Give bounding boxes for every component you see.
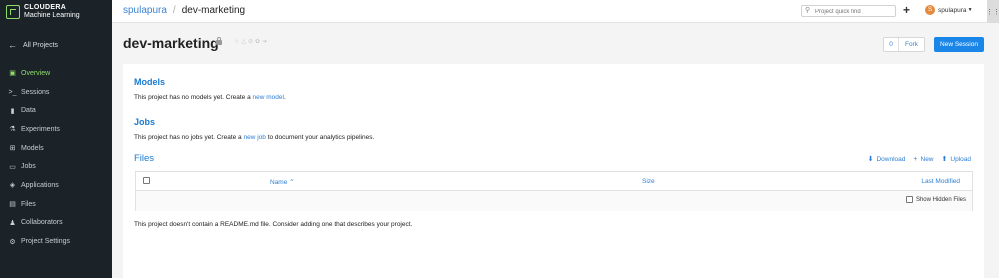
download-label: Download xyxy=(876,155,906,163)
sidebar-item-label: Project Settings xyxy=(21,238,71,246)
sidebar-item-label: Data xyxy=(21,107,36,115)
sidebar-item-jobs[interactable]: ▭ Jobs xyxy=(0,157,112,176)
fork-count: 0 xyxy=(884,38,899,51)
show-hidden-files-checkbox[interactable] xyxy=(905,196,913,203)
project-overview-card: Models This project has no models yet. C… xyxy=(123,64,984,278)
jobs-icon: ▭ xyxy=(9,163,16,171)
sidebar-item-files[interactable]: ▤ Files xyxy=(0,195,112,214)
sidebar-item-label: Experiments xyxy=(21,125,60,133)
column-header-name[interactable]: Name ⌃ xyxy=(270,178,295,186)
sidebar-item-experiments[interactable]: ⚗ Experiments xyxy=(0,120,112,139)
models-text-end: . xyxy=(283,94,286,101)
download-button[interactable]: ⬇ Download xyxy=(867,155,906,164)
all-projects-label: All Projects xyxy=(23,41,59,49)
breadcrumb-project: dev-marketing xyxy=(181,5,246,16)
link-icon[interactable]: ⊘ xyxy=(248,39,255,45)
sidebar: CLOUDERA Machine Learning ← All Projects… xyxy=(0,0,112,278)
flask-icon: ⚗ xyxy=(9,126,16,134)
new-job-link[interactable]: new job xyxy=(243,134,265,141)
arrow-left-icon: ← xyxy=(8,40,17,50)
gear-icon: ⚙ xyxy=(9,238,16,246)
project-action-icons[interactable]: ☆△⊘✿➔ xyxy=(234,38,269,45)
sidebar-item-label: Jobs xyxy=(21,163,36,171)
sidebar-item-sessions[interactable]: >_ Sessions xyxy=(0,83,112,102)
page-title: dev-marketing xyxy=(123,35,219,51)
new-model-link[interactable]: new model xyxy=(253,94,284,101)
sidebar-item-data[interactable]: ▮ Data xyxy=(0,101,112,120)
column-header-size[interactable]: Size xyxy=(642,178,655,185)
cloudera-logo-icon xyxy=(6,4,20,19)
sidebar-item-label: Collaborators xyxy=(21,219,63,227)
jobs-empty-text: This project has no jobs yet. Create a n… xyxy=(134,134,374,141)
files-icon: ▤ xyxy=(9,201,16,209)
breadcrumb-user-link[interactable]: spulapura xyxy=(123,5,167,16)
sidebar-item-applications[interactable]: ◈ Applications xyxy=(0,176,112,195)
breadcrumb-separator: / xyxy=(172,5,176,16)
top-bar: spulapura / dev-marketing ⚲ + S spulapur… xyxy=(112,0,999,23)
files-heading: Files xyxy=(134,153,155,164)
collaborators-icon: ♟ xyxy=(9,219,16,227)
search-input[interactable] xyxy=(815,7,893,16)
jobs-heading: Jobs xyxy=(134,117,156,127)
models-empty-text: This project has no models yet. Create a… xyxy=(134,94,286,101)
models-text: This project has no models yet. Create a xyxy=(134,94,253,101)
models-heading: Models xyxy=(134,77,166,87)
select-all-checkbox[interactable] xyxy=(143,177,150,184)
sort-asc-icon: ⌃ xyxy=(289,179,295,186)
breadcrumb: spulapura / dev-marketing xyxy=(123,5,245,16)
sidebar-item-overview[interactable]: ▣ Overview xyxy=(0,64,112,83)
sidebar-item-collaborators[interactable]: ♟ Collaborators xyxy=(0,214,112,233)
models-icon: ⊞ xyxy=(9,145,16,153)
brand-name: CLOUDERA xyxy=(24,3,67,11)
files-actions: ⬇ Download + New ⬆ Upload xyxy=(867,155,971,164)
project-quick-find: ⚲ xyxy=(801,5,896,17)
plus-icon[interactable]: + xyxy=(903,3,910,17)
sidebar-item-label: Overview xyxy=(21,69,51,77)
files-table-footer: Show Hidden Files xyxy=(136,191,972,211)
fork-button[interactable]: 0 Fork xyxy=(883,37,925,52)
applications-icon: ◈ xyxy=(9,182,16,190)
sidebar-item-label: Sessions xyxy=(21,88,50,96)
new-label: New xyxy=(920,155,934,163)
show-hidden-files-toggle[interactable]: Show Hidden Files xyxy=(905,196,966,203)
user-menu[interactable]: S spulapura ▼ xyxy=(925,5,973,15)
chevron-down-icon: ▼ xyxy=(967,7,973,13)
column-name-label: Name xyxy=(270,179,288,186)
files-table-header: Name ⌃ Size Last Modified xyxy=(136,172,972,191)
files-table: Name ⌃ Size Last Modified Show Hidden Fi… xyxy=(135,171,973,211)
show-hidden-files-label: Show Hidden Files xyxy=(915,196,966,203)
bar-chart-icon: ▮ xyxy=(10,107,15,115)
username: spulapura xyxy=(938,6,967,14)
brand-product: Machine Learning xyxy=(24,11,80,19)
terminal-icon: >_ xyxy=(8,88,17,96)
new-session-button[interactable]: New Session xyxy=(934,37,984,52)
app-grid-button[interactable]: ⋮⋮ xyxy=(986,0,999,23)
fork-label: Fork xyxy=(905,41,918,48)
overview-icon: ▣ xyxy=(9,70,16,78)
upload-icon: ⬆ xyxy=(941,156,948,163)
sidebar-item-label: Files xyxy=(21,200,36,208)
forward-icon[interactable]: ➔ xyxy=(262,39,269,45)
new-file-button[interactable]: + New xyxy=(913,155,933,163)
upload-label: Upload xyxy=(950,155,971,163)
jobs-text: This project has no jobs yet. Create a xyxy=(134,134,244,141)
upload-button[interactable]: ⬆ Upload xyxy=(941,155,971,164)
sidebar-item-project-settings[interactable]: ⚙ Project Settings xyxy=(0,232,112,251)
grid-icon: ⋮⋮ xyxy=(986,8,999,16)
sidebar-nav: ▣ Overview >_ Sessions ▮ Data ⚗ Experime… xyxy=(0,64,112,251)
all-projects-link[interactable]: ← All Projects xyxy=(8,40,58,50)
lock-icon xyxy=(216,37,222,45)
sidebar-item-label: Models xyxy=(21,144,44,152)
download-icon: ⬇ xyxy=(867,156,874,163)
sidebar-item-models[interactable]: ⊞ Models xyxy=(0,139,112,158)
jobs-text-end: to document your analytics pipelines. xyxy=(265,134,375,141)
brand[interactable]: CLOUDERA Machine Learning xyxy=(0,0,112,23)
plus-icon: + xyxy=(913,155,918,163)
column-header-last-modified[interactable]: Last Modified xyxy=(921,178,960,185)
readme-note: This project doesn't contain a README.md… xyxy=(134,221,413,228)
search-icon: ⚲ xyxy=(805,7,811,14)
avatar: S xyxy=(925,5,935,15)
sidebar-item-label: Applications xyxy=(21,181,59,189)
